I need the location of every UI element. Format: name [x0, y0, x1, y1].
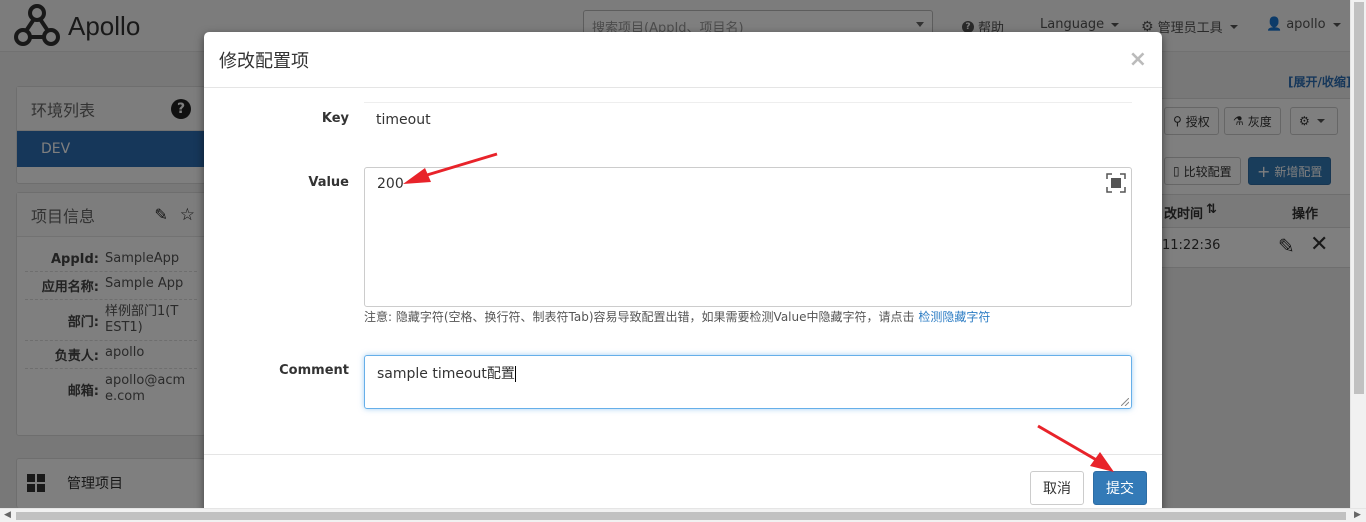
- key-label: Key: [321, 111, 349, 126]
- text-cursor: [514, 366, 516, 382]
- value-label: Value: [308, 175, 349, 190]
- modal-title: 修改配置项: [219, 50, 309, 72]
- modal-footer: 取消 提交: [204, 454, 1162, 512]
- fullscreen-icon[interactable]: [1105, 172, 1127, 194]
- hidden-char-note: 注意: 隐藏字符(空格、换行符、制表符Tab)容易导致配置出错，如果需要检测Va…: [364, 310, 991, 324]
- comment-label: Comment: [279, 363, 349, 378]
- comment-textarea[interactable]: sample timeout配置: [364, 355, 1132, 409]
- annotation-arrow-submit: [1037, 424, 1114, 472]
- detect-hidden-char-link[interactable]: 检测隐藏字符: [918, 310, 990, 324]
- scroll-right-icon[interactable]: ▶: [1354, 510, 1361, 520]
- edit-config-modal: 修改配置项 × Key timeout Value 200 注意: 隐藏字符(空…: [204, 32, 1162, 512]
- scrollbar-thumb[interactable]: [16, 512, 1346, 520]
- cancel-button[interactable]: 取消: [1030, 471, 1084, 505]
- key-field: timeout: [364, 102, 1132, 138]
- scrollbar-thumb[interactable]: [1354, 2, 1364, 394]
- scroll-left-icon[interactable]: ◀: [4, 510, 11, 520]
- vertical-scrollbar[interactable]: [1350, 0, 1366, 508]
- annotation-arrow-value: [403, 152, 498, 184]
- horizontal-scrollbar[interactable]: ◀ ▶: [0, 508, 1366, 522]
- modal-header: 修改配置项 ×: [204, 32, 1162, 88]
- close-button[interactable]: ×: [1129, 47, 1147, 72]
- submit-button[interactable]: 提交: [1093, 471, 1147, 505]
- resize-handle-icon[interactable]: [1121, 398, 1129, 406]
